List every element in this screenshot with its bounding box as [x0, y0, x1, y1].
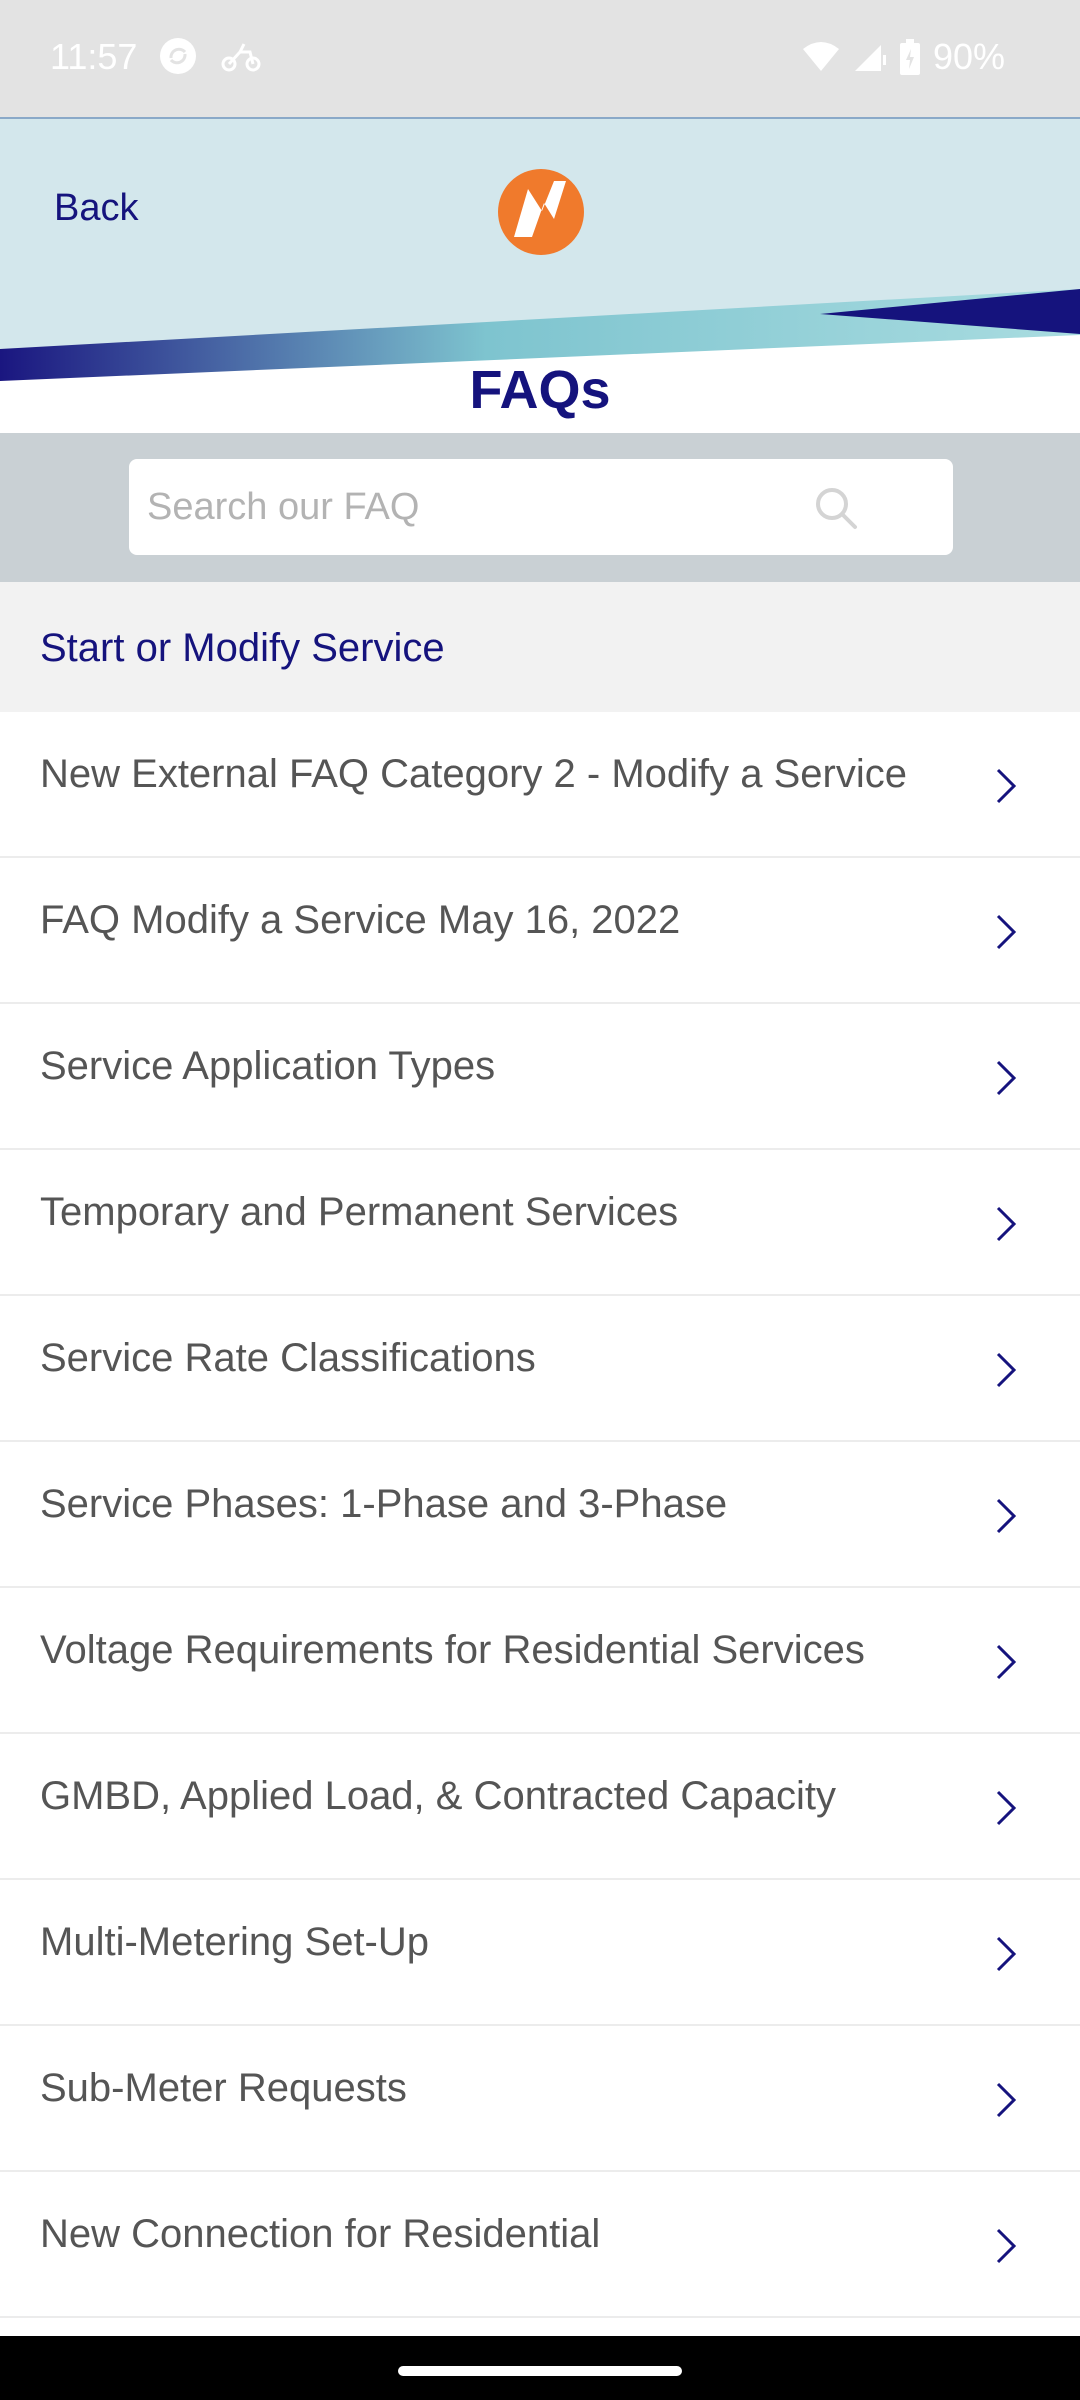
faq-list-item[interactable]: New External FAQ Category 2 - Modify a S…	[0, 712, 1080, 858]
signal-icon	[854, 45, 886, 71]
faq-list-item[interactable]: Service Phases: 1-Phase and 3-Phase	[0, 1442, 1080, 1588]
chevron-right-icon	[996, 768, 1017, 804]
status-notification-icons	[158, 36, 262, 76]
back-button[interactable]: Back	[54, 187, 138, 230]
faq-item-label: Multi-Metering Set-Up	[40, 1920, 430, 1964]
status-time: 11:57	[50, 36, 138, 77]
sync-icon	[160, 38, 196, 74]
page-title: FAQs	[469, 360, 611, 420]
search-icon[interactable]	[813, 485, 859, 531]
app-header: Back FAQs	[0, 117, 1080, 433]
faq-list-item[interactable]: Service Rate Classifications	[0, 1296, 1080, 1442]
chevron-right-icon	[996, 1352, 1017, 1388]
status-system-icons: 90%	[801, 36, 1005, 78]
chevron-right-icon	[996, 1498, 1017, 1534]
faq-item-label: New External FAQ Category 2 - Modify a S…	[40, 752, 907, 796]
home-indicator[interactable]	[398, 2366, 682, 2376]
chevron-right-icon	[996, 914, 1017, 950]
faq-list-item[interactable]: Sub-Meter Requests	[0, 2026, 1080, 2172]
search-band	[0, 433, 1080, 582]
faq-list-item[interactable]: GMBD, Applied Load, & Contracted Capacit…	[0, 1734, 1080, 1880]
faq-list-item[interactable]: Multi-Metering Set-Up	[0, 1880, 1080, 2026]
faq-item-label: Sub-Meter Requests	[40, 2066, 407, 2110]
chevron-right-icon	[996, 1644, 1017, 1680]
system-navigation-bar	[0, 2336, 1080, 2400]
faq-list-item[interactable]: FAQ Modify a Service May 16, 2022	[0, 858, 1080, 1004]
faq-list-item[interactable]: Voltage Requirements for Residential Ser…	[0, 1588, 1080, 1734]
battery-percent: 90%	[932, 36, 1005, 77]
section-title: Start or Modify Service	[40, 626, 445, 670]
faq-list-item[interactable]: Service Application Types	[0, 1004, 1080, 1150]
faq-list: New External FAQ Category 2 - Modify a S…	[0, 712, 1080, 2318]
search-box[interactable]	[129, 459, 953, 555]
chevron-right-icon	[996, 2082, 1017, 2118]
faq-list-item[interactable]: New Connection for Residential	[0, 2172, 1080, 2318]
faq-list-item[interactable]: Temporary and Permanent Services	[0, 1150, 1080, 1296]
faq-item-label: Voltage Requirements for Residential Ser…	[40, 1628, 865, 1672]
wifi-icon	[802, 42, 839, 71]
chevron-right-icon	[996, 1790, 1017, 1826]
chevron-right-icon	[996, 1936, 1017, 1972]
faq-item-label: Service Application Types	[40, 1044, 496, 1088]
brand-logo-icon	[498, 169, 584, 255]
faq-item-label: Service Rate Classifications	[40, 1336, 536, 1380]
status-bar: 11:57 90%	[0, 0, 1080, 117]
faq-item-label: New Connection for Residential	[40, 2212, 601, 2256]
chevron-right-icon	[996, 2228, 1017, 2264]
faq-item-label: Temporary and Permanent Services	[40, 1190, 679, 1234]
scooter-icon	[221, 43, 261, 72]
section-header: Start or Modify Service	[0, 582, 1080, 712]
chevron-right-icon	[996, 1060, 1017, 1096]
faq-item-label: FAQ Modify a Service May 16, 2022	[40, 898, 681, 942]
chevron-right-icon	[996, 1206, 1017, 1242]
faq-item-label: GMBD, Applied Load, & Contracted Capacit…	[40, 1774, 836, 1818]
search-input[interactable]	[147, 459, 847, 555]
faq-item-label: Service Phases: 1-Phase and 3-Phase	[40, 1482, 728, 1526]
battery-icon	[899, 39, 920, 75]
